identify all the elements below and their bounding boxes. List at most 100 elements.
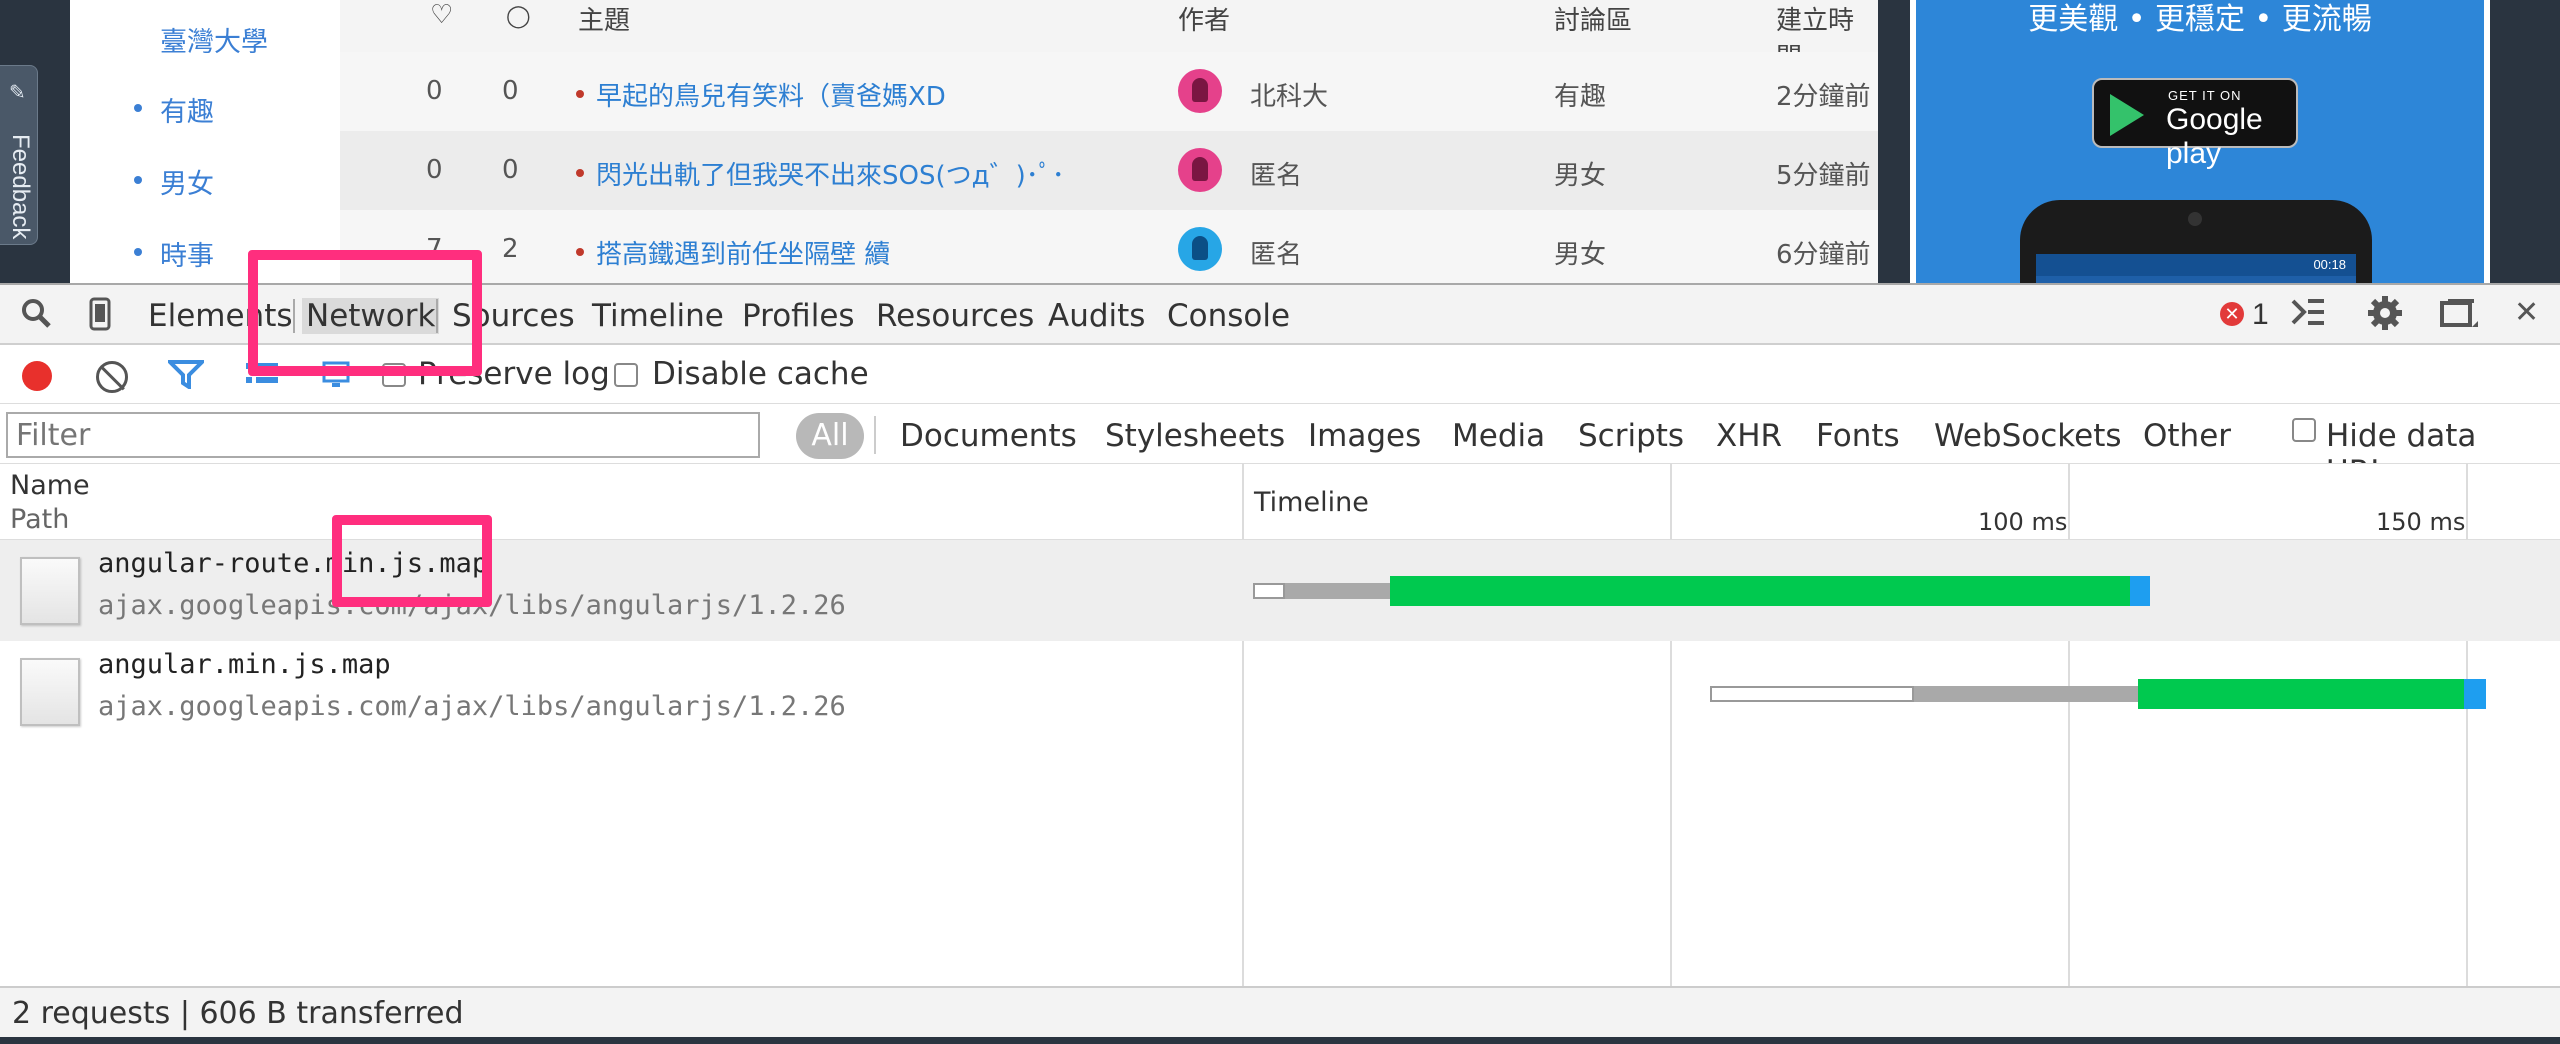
filename-highlight-box — [332, 515, 492, 607]
new-dot — [576, 169, 584, 177]
network-tab-highlight-box — [248, 250, 482, 376]
table-row[interactable]: 0 0 閃光出軌了但我哭不出來SOS(つд゛)･ﾟ･ 匿名 男女 5分鐘前 — [340, 131, 1878, 210]
post-title-link[interactable]: 早起的鳥兒有笑料（賣爸媽XD — [596, 76, 946, 113]
website-viewport: ✎ Feedback 臺灣大學 有趣 男女 時事 ♡ ◯ 主題 作者 討論區 建… — [0, 0, 2560, 283]
type-filter-all[interactable]: All — [796, 413, 864, 459]
devtools-panel: Elements Network Sources Timeline Profil… — [0, 283, 2560, 1037]
phone-screen: 00:18 — [2036, 254, 2356, 283]
request-name: angular.min.js.map — [98, 649, 391, 680]
timing-bar-download — [2138, 679, 2464, 709]
request-row[interactable]: angular.min.js.map ajax.googleapis.com/a… — [0, 641, 2560, 742]
tab-resources[interactable]: Resources — [876, 298, 1034, 334]
sidebar-item-relationships[interactable]: 男女 — [160, 162, 214, 201]
bullet — [134, 104, 142, 112]
column-name[interactable]: Name — [10, 470, 90, 501]
type-filter-stylesheets[interactable]: Stylesheets — [1105, 418, 1285, 454]
new-dot — [576, 90, 584, 98]
board-sidebar: 臺灣大學 有趣 男女 時事 — [70, 0, 340, 283]
type-filter-images[interactable]: Images — [1308, 418, 1421, 454]
tab-audits[interactable]: Audits — [1048, 298, 1145, 334]
tab-timeline[interactable]: Timeline — [592, 298, 724, 334]
timeline-tick-150ms: 150 ms — [2376, 508, 2466, 536]
post-author: 匿名 — [1250, 240, 1303, 270]
settings-gear-icon[interactable] — [2366, 294, 2404, 340]
feedback-label: Feedback — [7, 134, 34, 240]
comments-count: 0 — [502, 76, 519, 106]
search-icon[interactable] — [20, 297, 52, 337]
megaphone-icon: ✎ — [9, 82, 26, 104]
likes-count: 0 — [426, 76, 443, 106]
request-summary: 2 requests | 606 B transferred — [12, 996, 464, 1031]
google-play-badge[interactable]: GET IT ON Google play — [2092, 78, 2298, 170]
bullet — [134, 248, 142, 256]
type-filter-websockets[interactable]: WebSockets — [1934, 418, 2122, 454]
new-dot — [576, 248, 584, 256]
timing-bar-waiting — [1914, 686, 2138, 702]
table-row[interactable]: 7 2 搭高鐵遇到前任坐隔壁 續 匿名 男女 6分鐘前 — [340, 210, 1878, 283]
sidebar-item-fun[interactable]: 有趣 — [160, 90, 214, 129]
file-icon — [20, 658, 80, 726]
filter-input[interactable] — [6, 412, 760, 458]
type-filter-documents[interactable]: Documents — [900, 418, 1077, 454]
app-promo-banner[interactable]: 更美觀 • 更穩定 • 更流暢 GET IT ON Google play 00… — [1910, 0, 2490, 283]
post-author: 北科大 — [1250, 82, 1329, 112]
clear-button[interactable] — [96, 361, 128, 393]
tab-profiles[interactable]: Profiles — [742, 298, 855, 334]
disable-cache-checkbox[interactable] — [614, 363, 638, 387]
comments-count: 0 — [502, 155, 519, 185]
console-drawer-icon[interactable] — [2290, 295, 2326, 337]
phone-illustration: 00:18 — [2020, 200, 2372, 283]
request-path: ajax.googleapis.com/ajax/libs/angularjs/… — [98, 691, 846, 722]
post-created: 5分鐘前 — [1776, 161, 1871, 191]
badge-small-text: GET IT ON — [2168, 88, 2242, 103]
post-list: ♡ ◯ 主題 作者 討論區 建立時間 0 0 早起的鳥兒有笑料（賣爸媽XD 北科… — [340, 0, 1878, 283]
error-icon[interactable]: ✕ — [2220, 302, 2244, 326]
post-created: 2分鐘前 — [1776, 82, 1871, 112]
post-title-link[interactable]: 搭高鐵遇到前任坐隔壁 續 — [596, 234, 890, 271]
sidebar-item-news[interactable]: 時事 — [160, 234, 214, 273]
column-board: 討論區 — [1554, 6, 1633, 36]
record-button[interactable] — [22, 361, 52, 391]
feedback-tab[interactable]: ✎ Feedback — [0, 65, 38, 245]
avatar — [1178, 148, 1222, 192]
timeline-tick-100ms: 100 ms — [1978, 508, 2068, 536]
device-mode-icon[interactable] — [88, 297, 112, 339]
window-bottom-edge — [0, 1037, 2560, 1044]
avatar — [1178, 227, 1222, 271]
post-board: 男女 — [1554, 240, 1607, 270]
hide-data-urls-checkbox[interactable] — [2292, 418, 2316, 442]
table-row[interactable]: 0 0 早起的鳥兒有笑料（賣爸媽XD 北科大 有趣 2分鐘前 — [340, 52, 1878, 131]
badge-big-text: Google play — [2166, 103, 2263, 170]
promo-tagline: 更美觀 • 更穩定 • 更流暢 — [2028, 2, 2372, 37]
comments-column-bubble-icon: ◯ — [506, 4, 531, 29]
close-icon[interactable]: ✕ — [2514, 295, 2539, 330]
sidebar-item-university[interactable]: 臺灣大學 — [160, 20, 268, 59]
type-filter-xhr[interactable]: XHR — [1716, 418, 1782, 454]
dock-side-icon[interactable] — [2440, 297, 2480, 339]
error-count[interactable]: 1 — [2252, 298, 2269, 332]
timing-bar-waiting — [1285, 583, 1390, 599]
timing-bar-download — [1390, 576, 2130, 606]
type-filter-scripts[interactable]: Scripts — [1578, 418, 1684, 454]
disable-cache-label: Disable cache — [652, 356, 869, 392]
timing-bar-stalled — [1253, 583, 1285, 599]
post-board: 有趣 — [1554, 82, 1607, 112]
avatar — [1178, 69, 1222, 113]
phone-status-time: 00:18 — [2036, 254, 2356, 276]
filter-bar: All Documents Stylesheets Images Media S… — [0, 403, 2560, 490]
filter-icon[interactable] — [165, 359, 207, 391]
type-filter-other[interactable]: Other — [2143, 418, 2231, 454]
network-status-bar: 2 requests | 606 B transferred — [0, 986, 2560, 1037]
column-author: 作者 — [1178, 6, 1231, 36]
site-content: 臺灣大學 有趣 男女 時事 ♡ ◯ 主題 作者 討論區 建立時間 0 0 早起的… — [70, 0, 1878, 283]
type-filter-fonts[interactable]: Fonts — [1816, 418, 1900, 454]
column-timeline[interactable]: Timeline — [1254, 487, 1369, 518]
column-path[interactable]: Path — [10, 504, 69, 535]
post-title-link[interactable]: 閃光出軌了但我哭不出來SOS(つд゛)･ﾟ･ — [596, 155, 1065, 192]
tab-console[interactable]: Console — [1167, 298, 1290, 334]
type-filter-media[interactable]: Media — [1452, 418, 1545, 454]
post-board: 男女 — [1554, 161, 1607, 191]
post-created: 6分鐘前 — [1776, 240, 1871, 270]
timing-bar-content — [2130, 576, 2150, 606]
comments-count: 2 — [502, 234, 519, 264]
